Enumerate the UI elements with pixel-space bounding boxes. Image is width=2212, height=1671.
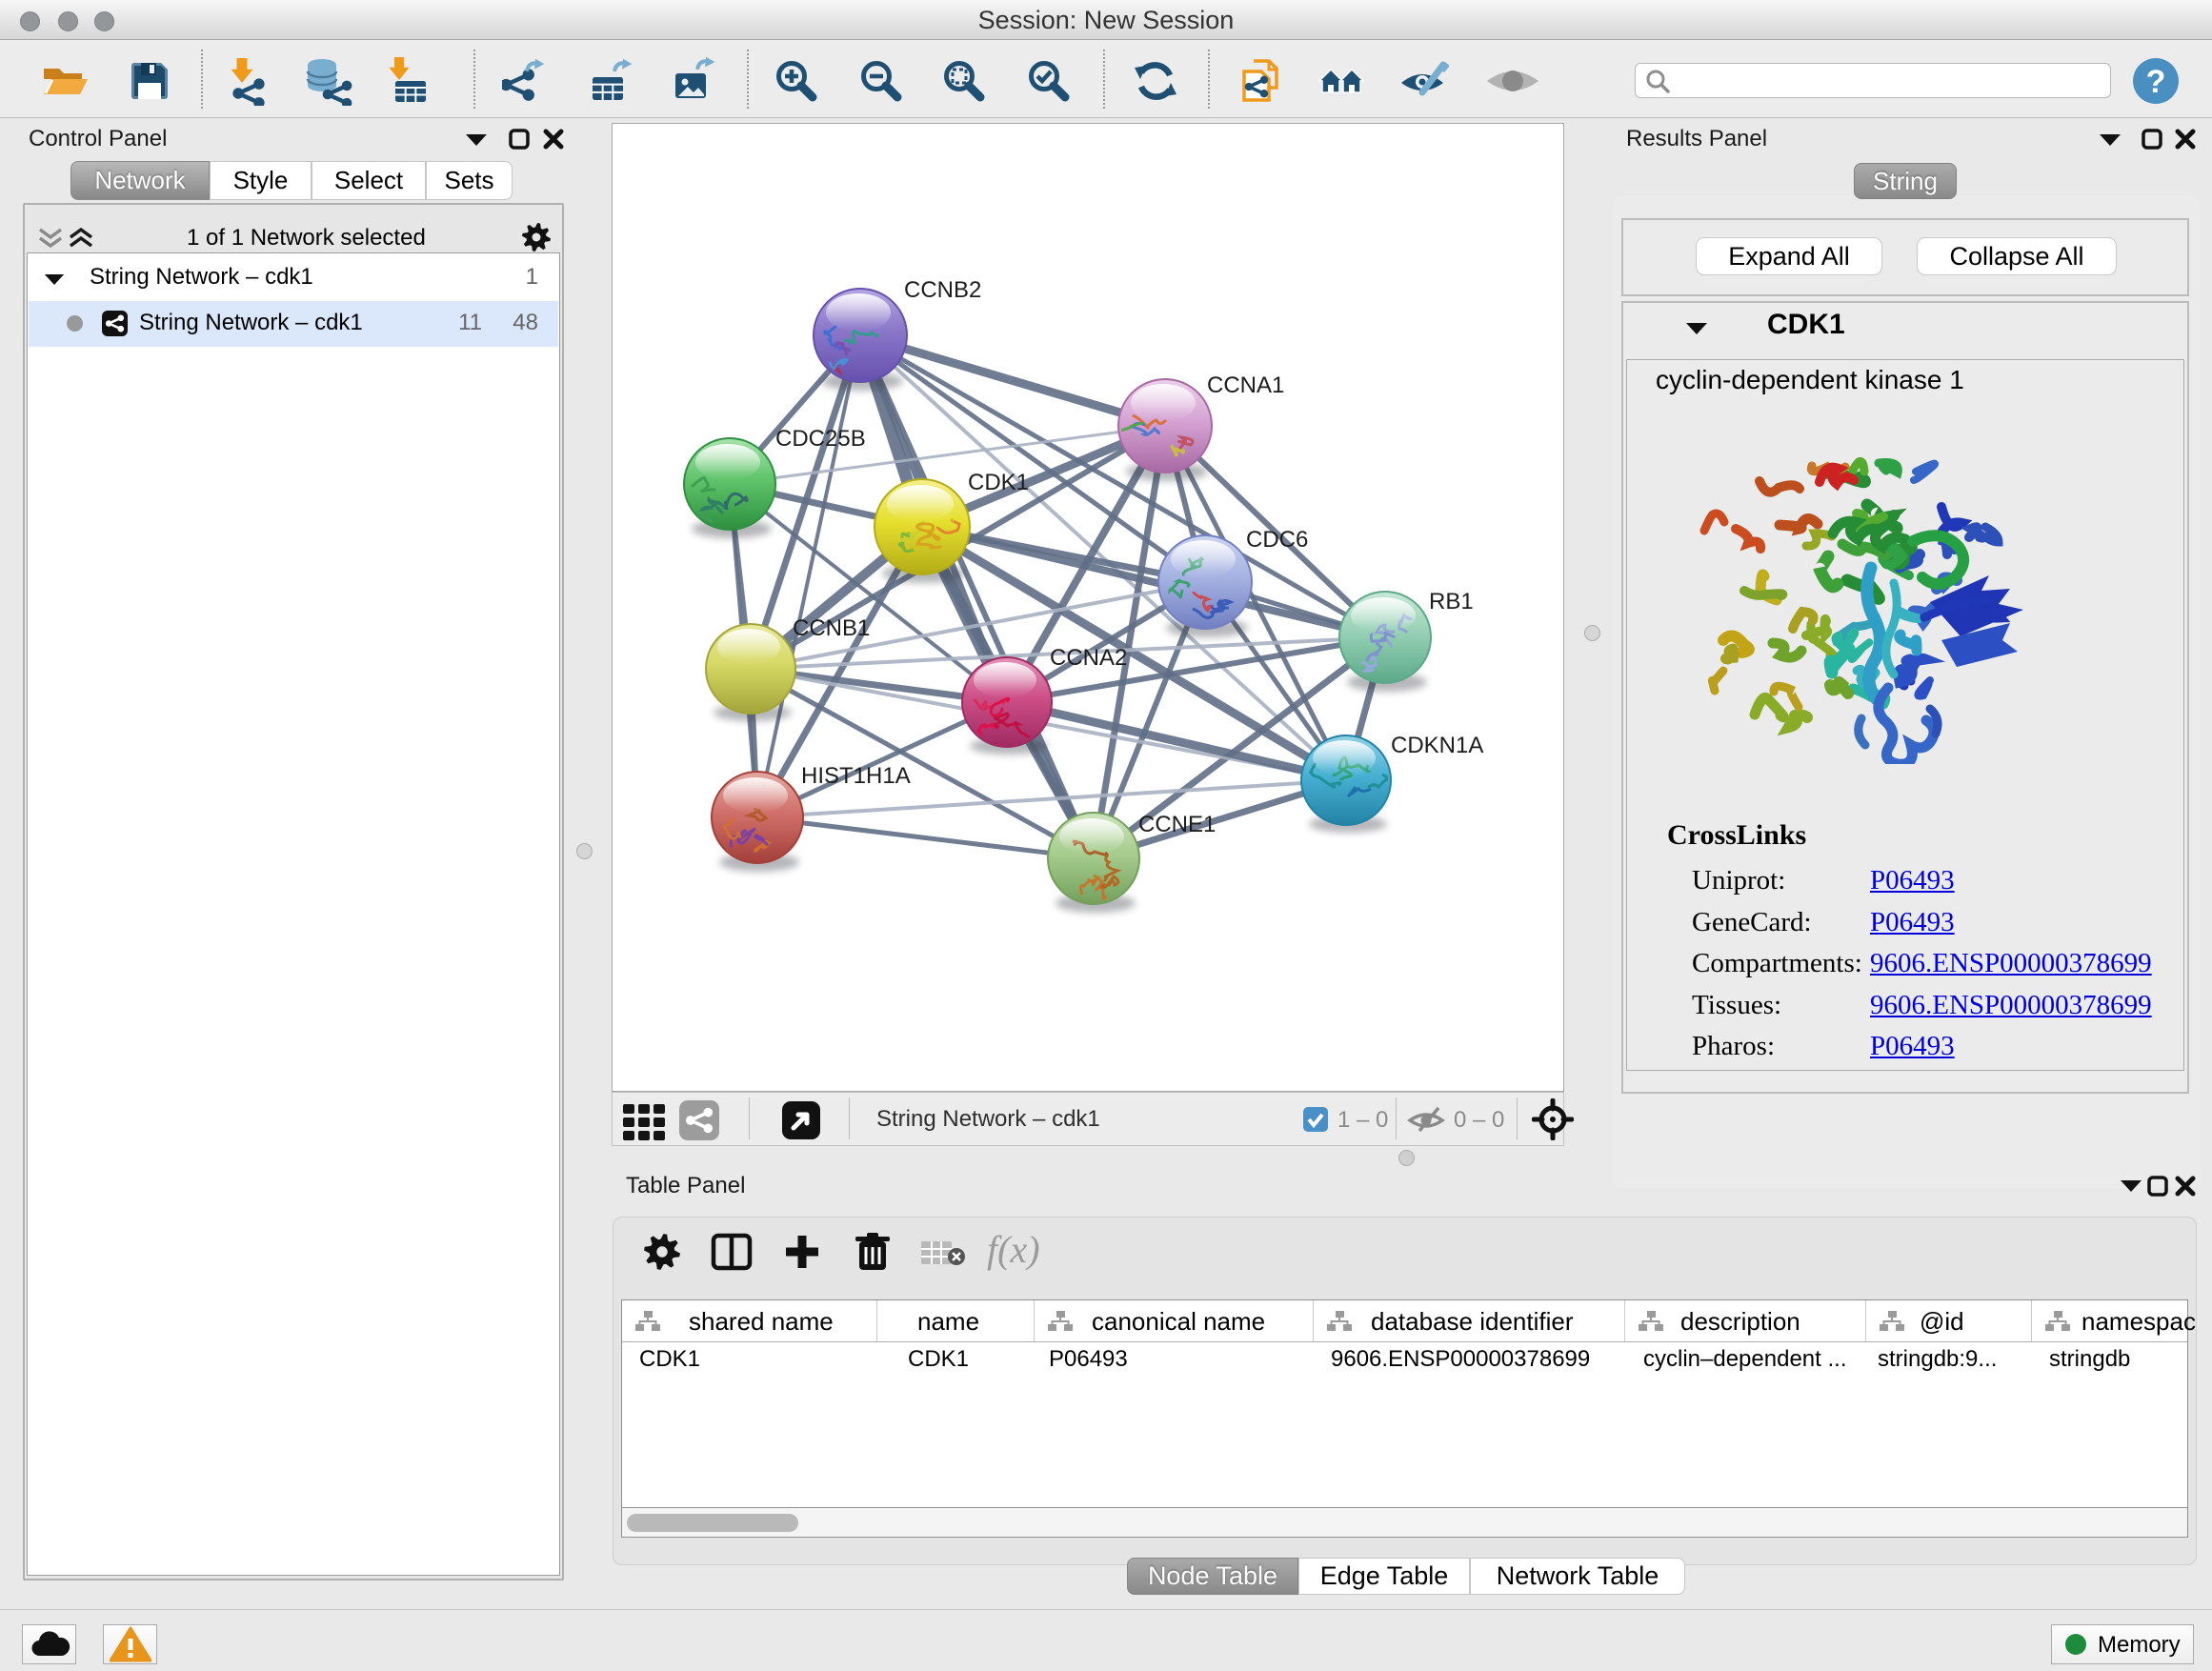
svg-text:CCNE1: CCNE1: [1138, 812, 1216, 837]
svg-text:HIST1H1A: HIST1H1A: [801, 763, 911, 789]
svg-text:CCNA2: CCNA2: [1050, 645, 1127, 671]
svg-text:CDKN1A: CDKN1A: [1391, 733, 1483, 758]
svg-text:CDK1: CDK1: [968, 470, 1029, 495]
svg-text:?: ?: [2146, 64, 2166, 100]
svg-text:RB1: RB1: [1429, 589, 1474, 614]
svg-text:CDC6: CDC6: [1246, 527, 1308, 553]
svg-text:CCNB1: CCNB1: [793, 615, 870, 641]
svg-text:CCNB2: CCNB2: [904, 277, 981, 303]
svg-text:CCNA1: CCNA1: [1207, 372, 1284, 398]
svg-text:CDC25B: CDC25B: [775, 426, 866, 452]
